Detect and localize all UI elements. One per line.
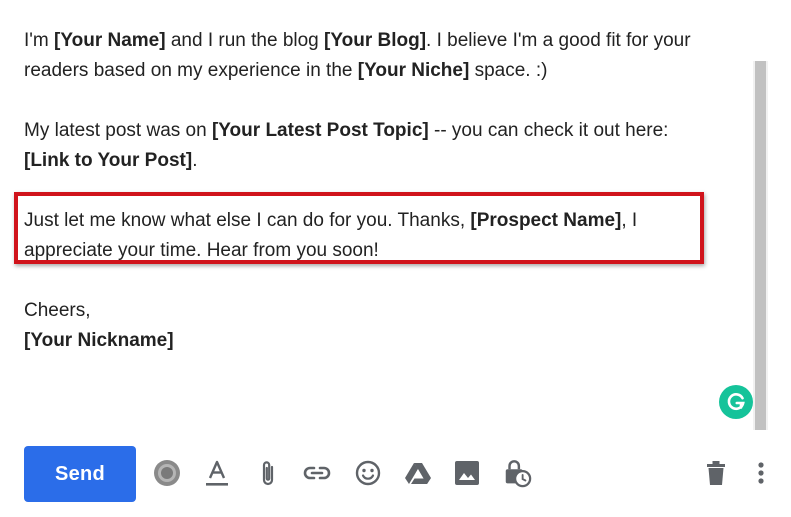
placeholder-link-to-post: [Link to Your Post] <box>24 150 193 171</box>
latest-post-paragraph: My latest post was on [Your Latest Post … <box>24 116 744 176</box>
placeholder-your-name: [Your Name] <box>54 30 166 51</box>
photo-icon[interactable] <box>452 458 482 488</box>
compose-body[interactable]: I'm [Your Name] and I run the blog [Your… <box>0 0 791 430</box>
placeholder-your-niche: [Your Niche] <box>357 60 470 81</box>
format-text-icon[interactable] <box>202 458 232 488</box>
compose-toolbar: Send <box>0 430 791 517</box>
intro-text: readers based on my experience in the <box>24 60 358 81</box>
highlight-annotation-box <box>14 192 704 264</box>
signature-paragraph: Cheers, [Your Nickname] <box>24 296 744 356</box>
placeholder-your-nickname: [Your Nickname] <box>24 330 174 351</box>
intro-text: space. :) <box>469 60 548 81</box>
link-icon[interactable] <box>302 458 332 488</box>
send-button[interactable]: Send <box>24 446 136 502</box>
placeholder-latest-post-topic: [Your Latest Post Topic] <box>211 120 429 141</box>
trash-icon[interactable] <box>701 458 731 488</box>
grammarly-icon[interactable] <box>719 385 753 419</box>
extension-icon[interactable] <box>152 458 182 488</box>
signoff-text: Cheers, <box>24 300 91 321</box>
intro-text: . I believe I'm a good fit for your <box>426 30 691 51</box>
scrollbar-thumb[interactable] <box>755 61 766 430</box>
latest-post-text: -- you can check it out here: <box>428 120 669 141</box>
confidential-mode-icon[interactable] <box>502 458 532 488</box>
latest-post-text: . <box>192 150 198 171</box>
attach-icon[interactable] <box>253 458 283 488</box>
latest-post-text: My latest post was on <box>24 120 212 141</box>
more-options-icon[interactable] <box>746 458 776 488</box>
intro-paragraph: I'm [Your Name] and I run the blog [Your… <box>24 26 744 86</box>
emoji-icon[interactable] <box>353 458 383 488</box>
intro-text: I'm <box>24 30 55 51</box>
intro-text: and I run the blog <box>165 30 325 51</box>
drive-icon[interactable] <box>403 458 433 488</box>
placeholder-your-blog: [Your Blog] <box>324 30 427 51</box>
